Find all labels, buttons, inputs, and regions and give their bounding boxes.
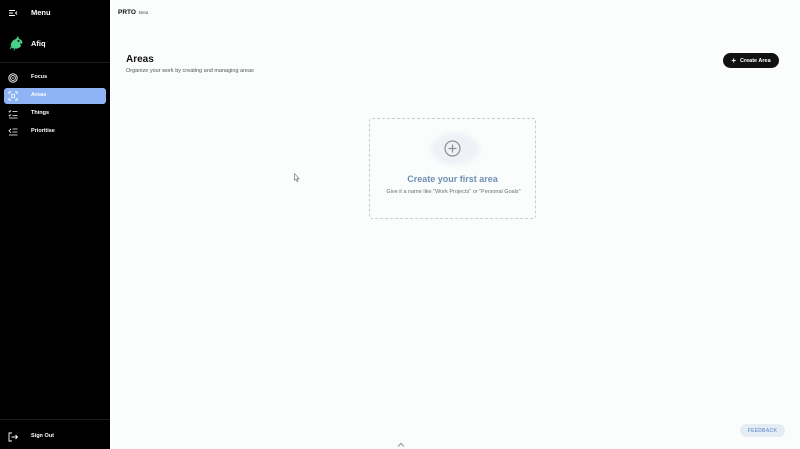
mouse-cursor-icon — [294, 173, 300, 182]
menu-collapse-icon — [9, 10, 18, 16]
brand: PRTO Beta — [118, 9, 148, 16]
empty-state-card[interactable]: Create your first area Give it a name li… — [369, 118, 536, 219]
create-area-button[interactable]: + Create Area — [723, 53, 779, 68]
page-subtitle: Organize your work by creating and manag… — [126, 68, 254, 74]
sidebar-item-areas[interactable]: Areas — [4, 88, 106, 104]
user-name: Afiq — [31, 39, 46, 48]
areas-icon — [8, 91, 18, 101]
sidebar-item-label: Prioritise — [31, 128, 55, 134]
sidebar-item-label: Focus — [31, 74, 48, 80]
sidebar-divider — [0, 419, 110, 420]
page-title: Areas — [126, 54, 154, 65]
sidebar-item-prioritise[interactable]: Prioritise — [4, 124, 106, 140]
plus-icon: + — [731, 55, 736, 65]
sign-out-button[interactable]: Sign Out — [4, 429, 106, 445]
menu-title: Menu — [31, 8, 51, 17]
empty-state-description: Give it a name like "Work Projects" or "… — [386, 189, 521, 195]
brand-name: PRTO — [118, 9, 136, 16]
add-circle-icon — [444, 140, 461, 157]
sidebar-divider — [0, 62, 110, 63]
sidebar-item-focus[interactable]: Focus — [4, 70, 106, 86]
feedback-button[interactable]: FEEDBACK — [740, 424, 785, 437]
sidebar-item-things[interactable]: Things — [4, 106, 106, 122]
sign-out-label: Sign Out — [31, 433, 54, 439]
checklist-icon — [8, 110, 18, 119]
sidebar: Menu Afiq Focus Areas Things Prioritise … — [0, 0, 110, 449]
chevron-up-icon[interactable] — [397, 442, 405, 447]
sidebar-item-label: Areas — [31, 92, 47, 98]
menu-toggle-button[interactable] — [8, 6, 18, 20]
create-area-label: Create Area — [739, 57, 771, 64]
priority-list-icon — [8, 128, 18, 136]
empty-state-title: Create your first area — [407, 174, 498, 184]
sidebar-item-label: Things — [31, 110, 50, 116]
sign-out-icon — [8, 432, 18, 442]
target-icon — [8, 73, 18, 83]
brand-tag: Beta — [138, 10, 149, 15]
user-profile[interactable] — [8, 34, 25, 51]
avatar — [9, 36, 23, 51]
